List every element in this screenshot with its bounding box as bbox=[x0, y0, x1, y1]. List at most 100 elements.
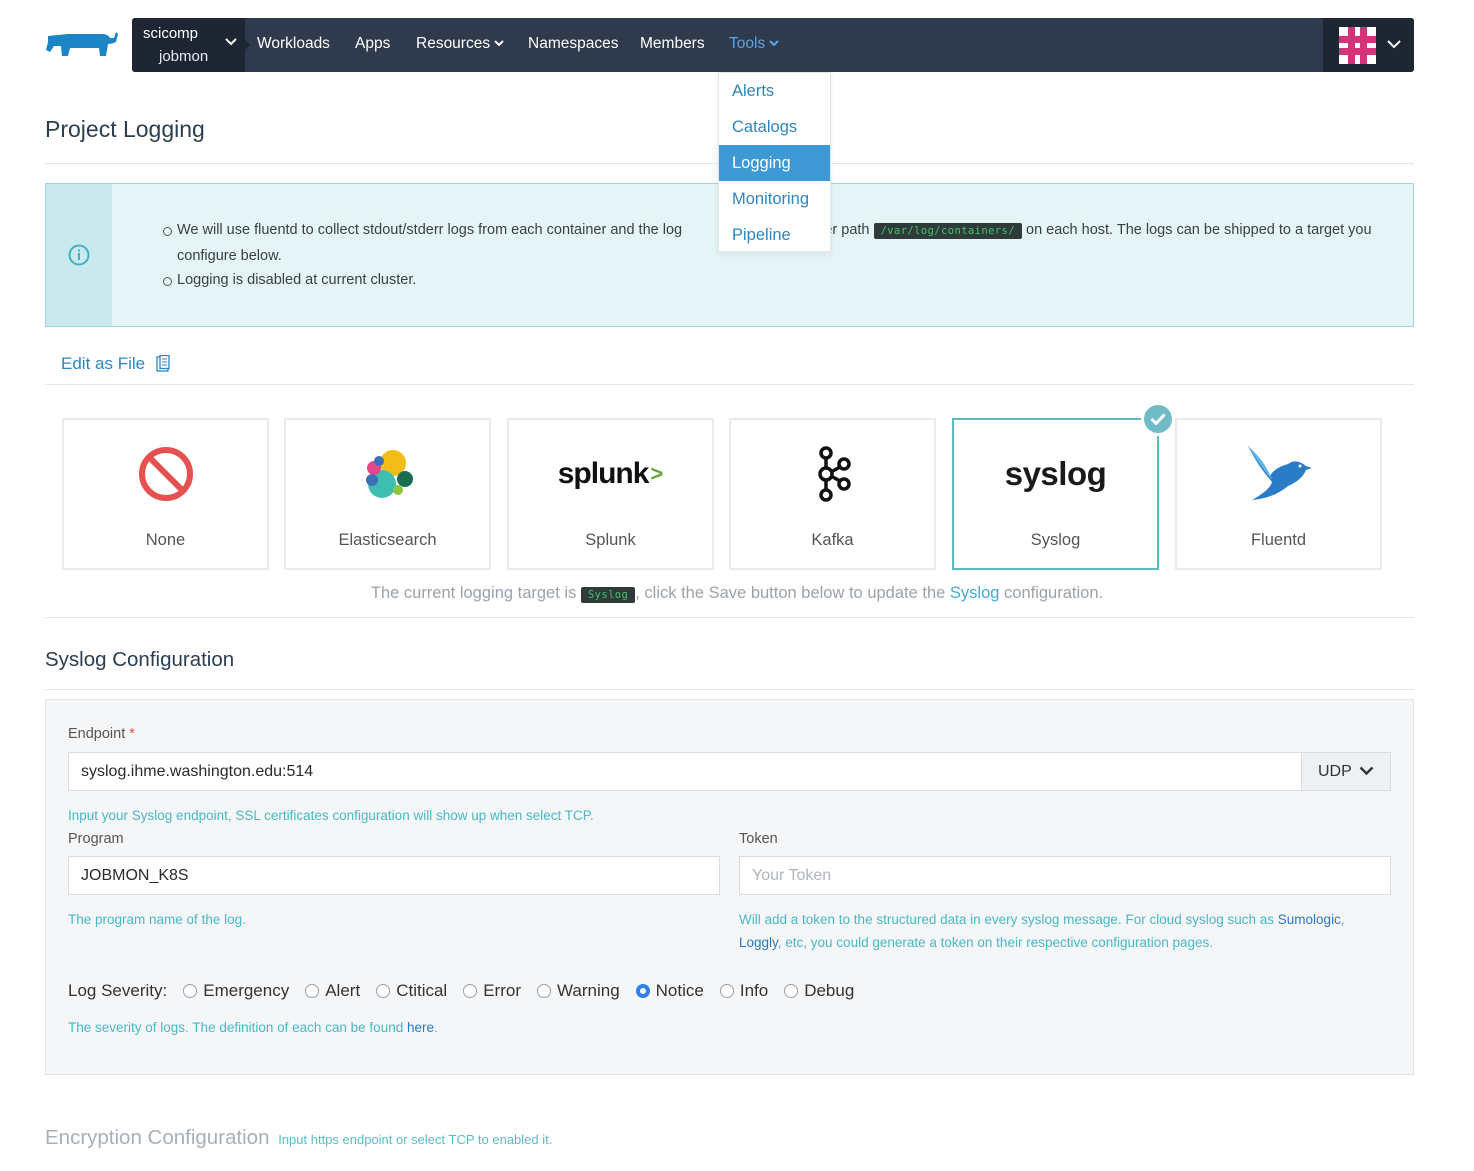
sumologic-link[interactable]: Sumologic bbox=[1278, 912, 1341, 927]
target-none[interactable]: None bbox=[62, 418, 269, 570]
current-target-after: configuration. bbox=[1004, 584, 1104, 602]
menu-item-catalogs[interactable]: Catalogs bbox=[719, 109, 830, 145]
context-arrow bbox=[245, 40, 250, 50]
splunk-logo-text: splunk bbox=[557, 457, 650, 490]
target-label: Splunk bbox=[585, 531, 636, 549]
syslog-config-title: Syslog Configuration bbox=[45, 648, 235, 671]
nav-members[interactable]: Members bbox=[640, 35, 705, 53]
cluster-name: scicomp bbox=[143, 25, 199, 42]
nav-namespaces[interactable]: Namespaces bbox=[528, 35, 618, 53]
severity-warning[interactable]: Warning bbox=[536, 981, 620, 1001]
severity-error[interactable]: Error bbox=[463, 981, 521, 1001]
severity-help-text: The severity of logs. The definition of … bbox=[68, 1020, 404, 1035]
radio-icon bbox=[463, 984, 478, 998]
chevron-down-icon bbox=[1359, 766, 1374, 776]
severity-label: Alert bbox=[325, 981, 361, 1000]
token-help-after: , etc, you could generate a token on the… bbox=[777, 935, 1214, 950]
kafka-icon bbox=[817, 446, 851, 502]
loggly-link[interactable]: Loggly bbox=[739, 935, 778, 950]
page-title: Project Logging bbox=[45, 116, 205, 142]
nav-tools-label: Tools bbox=[729, 35, 766, 52]
fluentd-icon-wrap bbox=[1177, 444, 1380, 504]
log-severity-group: Log Severity: Emergency Alert Ctitical E… bbox=[68, 981, 870, 1001]
chevron-down-icon bbox=[1387, 40, 1401, 49]
syslog-config-panel: Endpoint * syslog.ihme.washington.edu:51… bbox=[45, 699, 1414, 1075]
current-target-before: The current logging target is bbox=[370, 584, 577, 602]
token-input[interactable]: Your Token bbox=[739, 856, 1391, 895]
target-syslog[interactable]: syslog Syslog bbox=[952, 418, 1159, 570]
log-severity-label: Log Severity: bbox=[68, 981, 168, 1000]
menu-item-alerts[interactable]: Alerts bbox=[719, 73, 830, 109]
menu-item-pipeline[interactable]: Pipeline bbox=[719, 217, 830, 253]
menu-item-monitoring[interactable]: Monitoring bbox=[719, 181, 830, 217]
program-input[interactable]: JOBMON_K8S bbox=[68, 856, 720, 895]
kafka-icon-wrap bbox=[731, 444, 934, 504]
severity-alert[interactable]: Alert bbox=[305, 981, 360, 1001]
severity-help: The severity of logs. The definition of … bbox=[68, 1020, 438, 1035]
target-kafka[interactable]: Kafka bbox=[729, 418, 936, 570]
severity-label: Ctitical bbox=[396, 981, 448, 1000]
chevron-down-icon bbox=[494, 40, 504, 47]
severity-label: Warning bbox=[556, 981, 620, 1000]
protocol-select[interactable]: UDP bbox=[1302, 752, 1391, 791]
radio-icon bbox=[784, 984, 799, 998]
severity-info[interactable]: Info bbox=[719, 981, 769, 1001]
chevron-down-icon bbox=[769, 40, 779, 47]
severity-label: Info bbox=[739, 981, 769, 1000]
target-label: Kafka bbox=[811, 531, 854, 549]
severity-label: Emergency bbox=[203, 981, 290, 1000]
severity-debug[interactable]: Debug bbox=[784, 981, 854, 1001]
nav-resources-label: Resources bbox=[416, 35, 491, 52]
user-menu[interactable] bbox=[1323, 18, 1414, 72]
radio-icon bbox=[305, 984, 320, 998]
target-splunk[interactable]: splunk > Splunk bbox=[507, 418, 714, 570]
chevron-right-icon: > bbox=[650, 461, 664, 486]
edit-as-file-label: Edit as File bbox=[61, 354, 146, 373]
radio-icon bbox=[183, 984, 198, 998]
divider bbox=[45, 384, 1414, 385]
radio-selected-icon bbox=[635, 984, 650, 998]
severity-emergency[interactable]: Emergency bbox=[183, 981, 289, 1001]
endpoint-input[interactable]: syslog.ihme.washington.edu:514 bbox=[68, 752, 1302, 791]
info-icon bbox=[68, 244, 90, 266]
current-target-middle: , click the Save button below to update … bbox=[635, 584, 946, 602]
severity-here-link[interactable]: here bbox=[407, 1020, 434, 1035]
divider bbox=[45, 617, 1414, 618]
chevron-down-icon bbox=[225, 38, 237, 46]
elasticsearch-icon-wrap bbox=[286, 444, 489, 504]
severity-critical[interactable]: Ctitical bbox=[376, 981, 447, 1001]
severity-notice[interactable]: Notice bbox=[635, 981, 704, 1001]
rancher-logo[interactable] bbox=[44, 28, 120, 64]
splunk-logo: splunk > bbox=[509, 444, 712, 504]
target-elasticsearch[interactable]: Elasticsearch bbox=[284, 418, 491, 570]
protocol-value: UDP bbox=[1318, 763, 1352, 780]
required-marker: * bbox=[129, 726, 135, 742]
radio-icon bbox=[376, 984, 391, 998]
encryption-note: Input https endpoint or select TCP to en… bbox=[278, 1132, 553, 1147]
edit-as-file-link[interactable]: Edit as File bbox=[61, 354, 171, 374]
target-fluentd[interactable]: Fluentd bbox=[1175, 418, 1382, 570]
nav-workloads[interactable]: Workloads bbox=[257, 35, 330, 53]
clipboard-icon bbox=[156, 354, 170, 372]
info-text-2: Logging is disabled at current cluster. bbox=[177, 272, 417, 288]
radio-icon bbox=[719, 984, 734, 998]
severity-label: Notice bbox=[655, 981, 704, 1000]
menu-item-logging[interactable]: Logging bbox=[719, 145, 830, 181]
token-label: Token bbox=[739, 831, 778, 847]
current-target-link[interactable]: Syslog bbox=[950, 584, 1000, 602]
endpoint-help: Input your Syslog endpoint, SSL certific… bbox=[68, 808, 594, 823]
project-name: jobmon bbox=[159, 48, 209, 65]
nav-apps[interactable]: Apps bbox=[355, 35, 390, 53]
info-banner-side bbox=[46, 184, 112, 326]
endpoint-label-text: Endpoint bbox=[68, 726, 126, 742]
nav-resources[interactable]: Resources bbox=[416, 35, 504, 53]
avatar bbox=[1339, 27, 1376, 64]
program-label: Program bbox=[68, 831, 124, 847]
nav-tools[interactable]: Tools bbox=[729, 35, 779, 53]
current-target-text: The current logging target is Syslog, cl… bbox=[0, 584, 1474, 603]
severity-label: Error bbox=[483, 981, 521, 1000]
endpoint-label: Endpoint * bbox=[68, 726, 135, 742]
project-switcher[interactable]: scicomp jobmon bbox=[132, 18, 245, 72]
top-nav: scicomp jobmon Workloads Apps Resources … bbox=[132, 18, 1414, 72]
encryption-title: Encryption Configuration bbox=[45, 1126, 270, 1149]
